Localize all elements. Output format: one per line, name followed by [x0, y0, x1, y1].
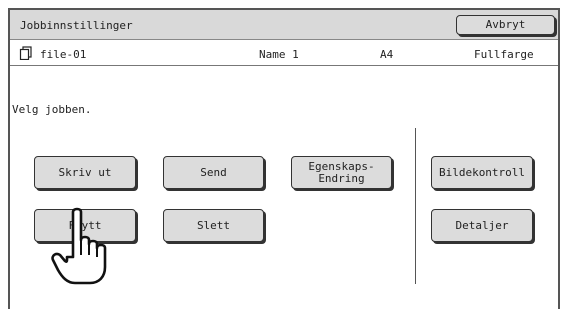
file-name: file-01: [40, 48, 87, 61]
instruction-text: Velg jobben.: [12, 103, 92, 116]
title-bar: Jobbinnstillinger Avbryt: [10, 10, 558, 40]
selected-file-row: file-01 Name 1 A4 Fullfarge: [10, 41, 558, 66]
send-button[interactable]: Send: [163, 156, 264, 189]
delete-button[interactable]: Slett: [163, 209, 264, 242]
paper-size: A4: [380, 48, 394, 61]
cancel-button[interactable]: Avbryt: [456, 15, 555, 35]
hand-pointer-icon: [51, 207, 107, 285]
page-title: Jobbinnstillinger: [20, 19, 133, 32]
details-button[interactable]: Detaljer: [431, 209, 533, 242]
print-button[interactable]: Skriv ut: [34, 156, 136, 189]
color-mode: Fullfarge: [474, 48, 534, 61]
user-name: Name 1: [259, 48, 299, 61]
image-check-button[interactable]: Bildekontroll: [431, 156, 533, 189]
document-stack-icon: [19, 46, 32, 60]
vertical-divider: [415, 128, 416, 284]
property-change-button[interactable]: Egenskaps- Endring: [291, 156, 392, 189]
